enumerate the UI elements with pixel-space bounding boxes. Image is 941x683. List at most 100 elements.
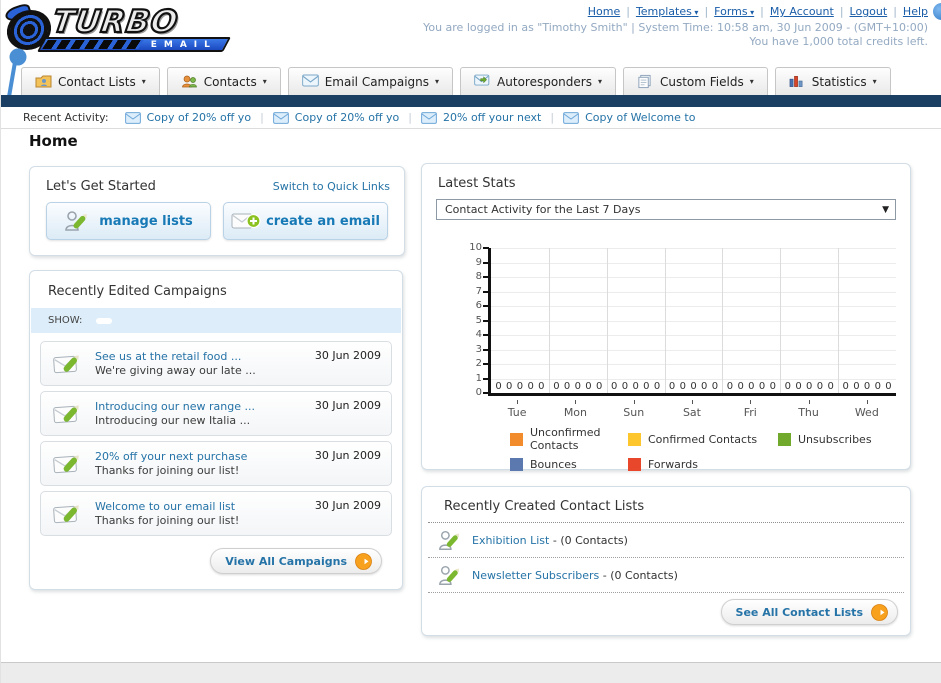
login-status-text: You are logged in as "Timothy Smith" | S… bbox=[423, 21, 928, 34]
chart-x-label: Mon bbox=[546, 400, 604, 419]
chart-value-label: 0 bbox=[726, 381, 734, 392]
chart-value-label: 0 bbox=[506, 381, 513, 392]
chart-value-label: 0 bbox=[806, 381, 813, 392]
campaign-title-link[interactable]: 20% off your next purchase bbox=[95, 450, 315, 464]
chart-group-separator bbox=[838, 248, 840, 393]
nav-tab[interactable]: Statistics ▾ bbox=[774, 67, 891, 95]
campaign-list-item[interactable]: See us at the retail food ... We're givi… bbox=[40, 341, 392, 386]
campaign-title-link[interactable]: Welcome to our email list bbox=[95, 500, 315, 514]
switch-quick-links[interactable]: Switch to Quick Links bbox=[273, 180, 390, 193]
legend-swatch bbox=[510, 458, 523, 471]
legend-item: Confirmed Contacts bbox=[628, 426, 778, 452]
contact-list-item: Exhibition List - (0 Contacts) bbox=[428, 523, 904, 558]
chart-value-label: 0 bbox=[885, 381, 892, 392]
campaigns-panel: Recently Edited Campaigns SHOW: See us a… bbox=[29, 270, 403, 590]
top-nav-link[interactable]: Help ▾ bbox=[903, 5, 928, 18]
campaign-edit-icon bbox=[53, 401, 83, 427]
chart-value-label: 0 bbox=[538, 381, 545, 392]
chart-x-label: Sat bbox=[663, 400, 721, 419]
legend-swatch bbox=[510, 432, 523, 446]
top-nav-link[interactable]: Forms ▾ bbox=[714, 5, 754, 18]
chevron-down-icon: ▾ bbox=[141, 77, 146, 86]
button-icon bbox=[231, 210, 261, 232]
campaign-list-item[interactable]: 20% off your next purchase Thanks for jo… bbox=[40, 441, 392, 486]
credits-text: You have 1,000 total credits left. bbox=[749, 35, 928, 48]
chart-value-label: 0 bbox=[874, 381, 881, 392]
legend-item: Unsubscribes bbox=[778, 426, 908, 452]
campaign-filter-tabs bbox=[96, 317, 160, 324]
button-icon bbox=[64, 210, 90, 232]
nav-tab[interactable]: Custom Fields ▾ bbox=[622, 67, 768, 95]
envelope-icon bbox=[421, 111, 437, 124]
recent-activity-link[interactable]: Copy of 20% off yo bbox=[295, 111, 400, 124]
view-all-campaigns-button[interactable]: View All Campaigns bbox=[210, 548, 382, 574]
legend-label: Unconfirmed Contacts bbox=[530, 426, 601, 452]
top-nav-link[interactable]: Home ▾ bbox=[588, 5, 620, 18]
contact-list-count: (0 Contacts) bbox=[610, 568, 678, 582]
nav-tab-icon bbox=[181, 74, 198, 89]
nav-tab[interactable]: Autoresponders ▾ bbox=[460, 67, 616, 95]
top-nav-link[interactable]: My Account ▾ bbox=[770, 5, 834, 18]
blue-ball-decoration bbox=[933, 3, 941, 20]
nav-tab[interactable]: Contact Lists ▾ bbox=[21, 67, 160, 95]
logo-stripes bbox=[42, 40, 144, 49]
see-all-contact-lists-button[interactable]: See All Contact Lists bbox=[720, 599, 898, 625]
chevron-down-icon: ▾ bbox=[747, 8, 755, 17]
show-label: SHOW: bbox=[48, 315, 83, 326]
recent-activity-link[interactable]: 20% off your next bbox=[443, 111, 541, 124]
contact-activity-chart: 10 9 8 7 6 5 4 3 2 1 0 0 0 0 0 0 0 0 0 0 0 0 0 0 0 0 0 0 0 0 0 0 0 0 0 0 0 0 0… bbox=[469, 242, 896, 398]
edit-list-icon bbox=[438, 563, 462, 587]
nav-tab-label: Contact Lists bbox=[58, 74, 136, 89]
recent-activity-item: Copy of 20% off yo bbox=[272, 111, 421, 124]
view-all-campaigns-label: View All Campaigns bbox=[225, 554, 347, 568]
chart-value-label: 0 bbox=[690, 381, 697, 392]
contact-list-link[interactable]: Exhibition List bbox=[472, 534, 549, 547]
chevron-down-icon: ▾ bbox=[435, 77, 440, 86]
legend-label: Confirmed Contacts bbox=[648, 432, 758, 446]
logo-wordmark: TURBO bbox=[49, 3, 181, 41]
chart-legend: Unconfirmed Contacts Confirmed Contacts Un… bbox=[510, 426, 908, 471]
contact-list-count: (0 Contacts) bbox=[560, 533, 628, 547]
chart-x-label: Tue bbox=[488, 400, 546, 419]
contact-lists-title: Recently Created Contact Lists bbox=[428, 487, 904, 523]
campaign-list-item[interactable]: Introducing our new range ... Introducin… bbox=[40, 391, 392, 436]
top-nav-link[interactable]: Templates ▾ bbox=[636, 5, 699, 18]
legend-item: Unconfirmed Contacts bbox=[510, 426, 628, 452]
chart-value-group: 00000 bbox=[780, 381, 838, 392]
contact-list-items: Exhibition List - (0 Contacts) Newslette… bbox=[422, 523, 910, 593]
top-nav-link[interactable]: Logout ▾ bbox=[850, 5, 888, 18]
chart-value-label: 0 bbox=[621, 381, 629, 392]
chart-value-label: 0 bbox=[516, 381, 524, 392]
chart-group-separator bbox=[664, 248, 666, 393]
get-started-button[interactable]: create an email bbox=[223, 202, 388, 240]
stats-period-dropdown[interactable]: Contact Activity for the Last 7 Days ▼ bbox=[436, 199, 896, 220]
campaign-filter-tab[interactable] bbox=[96, 317, 113, 324]
get-started-title: Let's Get Started bbox=[46, 179, 156, 194]
campaigns-filter-bar: SHOW: bbox=[31, 308, 401, 333]
campaign-title-link[interactable]: See us at the retail food ... bbox=[95, 350, 315, 364]
nav-tab-label: Email Campaigns bbox=[324, 74, 430, 89]
chart-value-label: 0 bbox=[679, 381, 686, 392]
chart-value-label: 0 bbox=[653, 381, 661, 392]
nav-tab-icon bbox=[301, 74, 319, 89]
recent-activity-link[interactable]: Copy of 20% off yo bbox=[147, 111, 252, 124]
nav-tab-label: Contacts bbox=[203, 74, 257, 89]
recent-activity-link[interactable]: Copy of Welcome to bbox=[585, 111, 695, 124]
campaign-list-item[interactable]: Welcome to our email list Thanks for joi… bbox=[40, 491, 392, 536]
button-label: manage lists bbox=[99, 213, 193, 229]
legend-label: Unsubscribes bbox=[798, 432, 872, 446]
turbo-email-logo[interactable]: TURBO EMAIL bbox=[3, 2, 242, 56]
chart-value-label: 0 bbox=[711, 381, 719, 392]
legend-swatch bbox=[778, 432, 791, 446]
chart-value-label: 0 bbox=[668, 381, 676, 392]
get-started-button[interactable]: manage lists bbox=[46, 202, 211, 240]
campaign-subtitle: We're giving away our late ... bbox=[95, 363, 256, 377]
campaign-title-link[interactable]: Introducing our new range ... bbox=[95, 400, 315, 414]
nav-tab[interactable]: Contacts ▾ bbox=[166, 67, 281, 95]
chart-value-label: 0 bbox=[816, 381, 824, 392]
chart-group-separator bbox=[606, 248, 608, 393]
recent-activity-item: Copy of Welcome to bbox=[563, 111, 695, 124]
main-nav-tabs: Contact Lists ▾ Contacts ▾ Email Campaig… bbox=[21, 67, 891, 95]
nav-tab[interactable]: Email Campaigns ▾ bbox=[287, 67, 454, 95]
contact-list-link[interactable]: Newsletter Subscribers bbox=[472, 569, 599, 582]
